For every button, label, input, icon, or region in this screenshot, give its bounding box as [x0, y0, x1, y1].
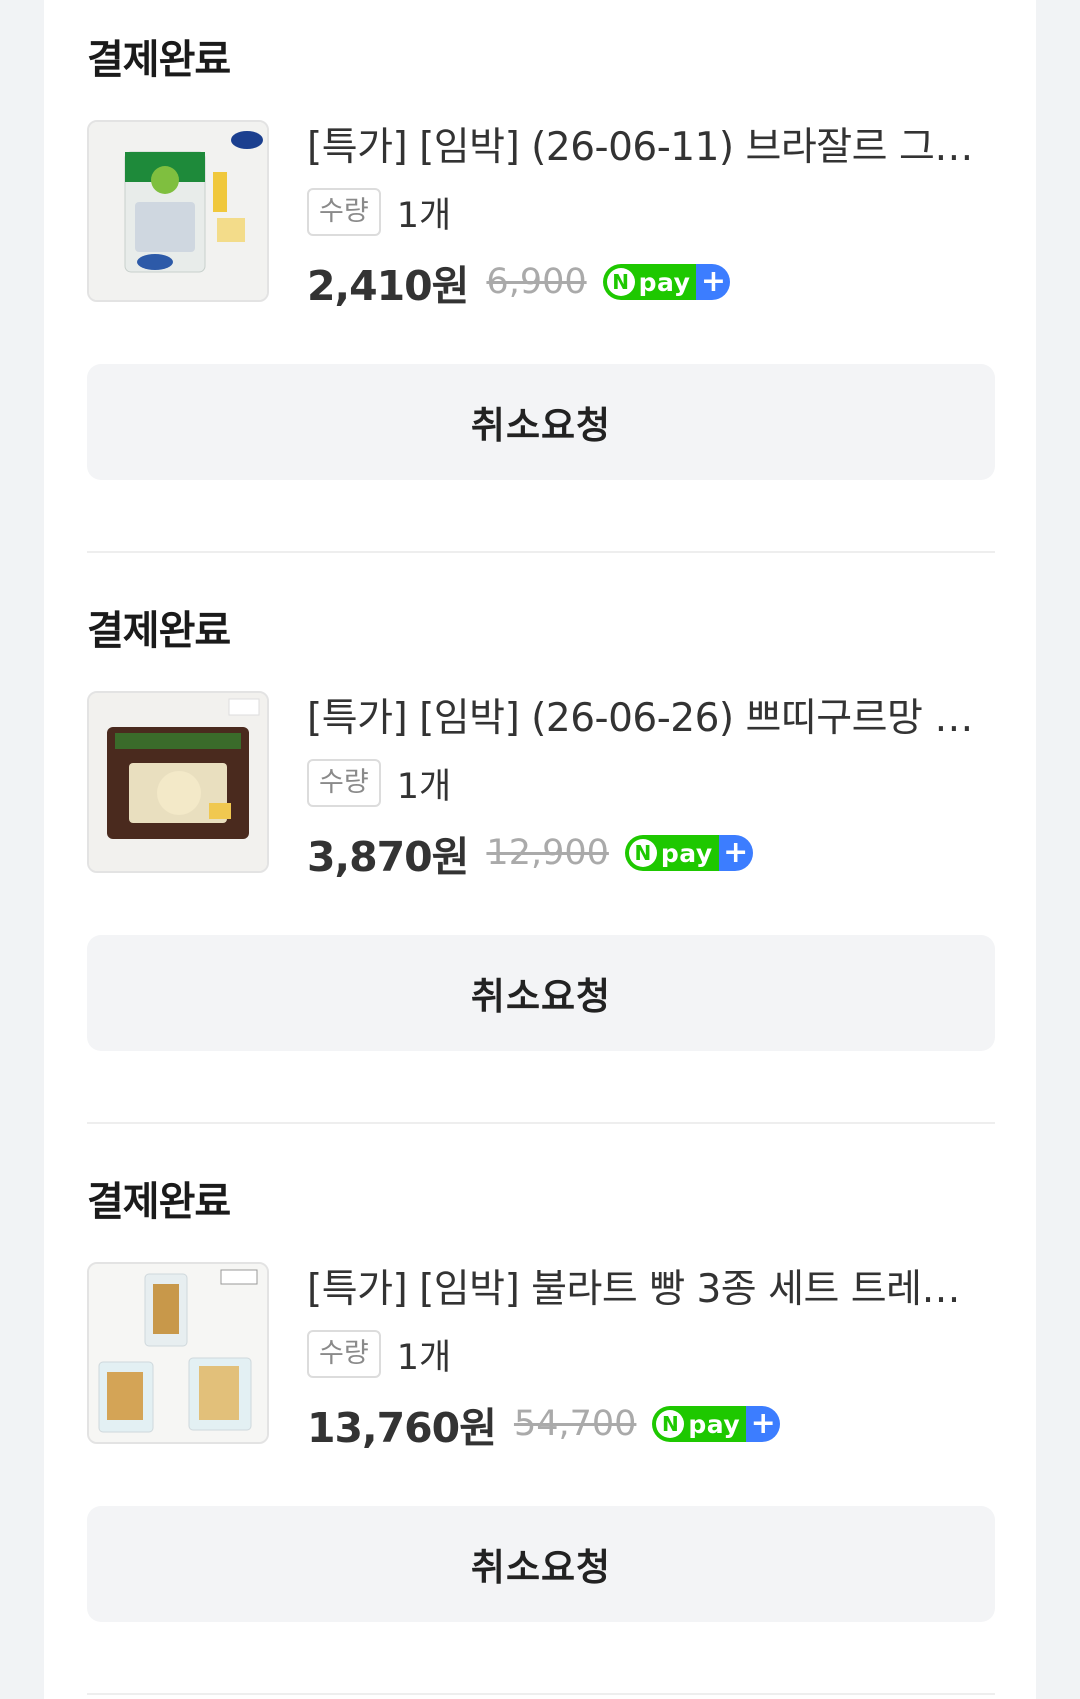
quantity-value: 1개: [396, 766, 452, 807]
order-status: 결제완료: [87, 1179, 231, 1225]
product-title[interactable]: [특가] [임박] (26-06-11) 브라잘르 그란 …: [307, 124, 995, 172]
quantity-value: 1개: [396, 195, 452, 236]
quantity-label: 수량: [307, 1330, 381, 1378]
quantity-label: 수량: [307, 188, 381, 236]
sale-price: 3,870원: [307, 833, 469, 881]
parmesan-package-image: [89, 693, 267, 871]
quantity-row: 수량 1개: [307, 759, 451, 807]
cancel-request-button[interactable]: 취소요청: [87, 1506, 995, 1622]
divider: [87, 1122, 995, 1124]
original-price: 6,900: [486, 262, 587, 302]
product-thumbnail[interactable]: [87, 691, 269, 873]
quantity-label: 수량: [307, 759, 381, 807]
bread-set-image: [89, 1264, 267, 1442]
cheese-package-image: [89, 122, 267, 300]
sale-price: 13,760원: [307, 1404, 497, 1452]
order-list-card: 결제완료 [특가] [임박] (26-06-11) 브라잘르 그란 … 수량 1…: [44, 0, 1036, 1699]
price-row: 2,410원 6,900 N pay +: [307, 254, 731, 310]
divider: [87, 551, 995, 553]
npay-plus-icon: N pay +: [624, 835, 753, 871]
original-price: 12,900: [486, 833, 609, 873]
cancel-request-button[interactable]: 취소요청: [87, 364, 995, 480]
cancel-request-button[interactable]: 취소요청: [87, 935, 995, 1051]
price-row: 13,760원 54,700 N pay +: [307, 1396, 781, 1452]
price-row: 3,870원 12,900 N pay +: [307, 825, 753, 881]
product-title[interactable]: [특가] [임박] 불라트 빵 3종 세트 트레디션…: [307, 1266, 995, 1314]
original-price: 54,700: [513, 1404, 637, 1444]
quantity-row: 수량 1개: [307, 188, 451, 236]
product-thumbnail[interactable]: [87, 1262, 269, 1444]
npay-plus-icon: N pay +: [652, 1406, 781, 1442]
product-thumbnail[interactable]: [87, 120, 269, 302]
quantity-value: 1개: [396, 1337, 452, 1378]
order-status: 결제완료: [87, 37, 231, 83]
quantity-row: 수량 1개: [307, 1330, 451, 1378]
npay-plus-icon: N pay +: [602, 264, 731, 300]
divider: [87, 1693, 995, 1695]
product-title[interactable]: [특가] [임박] (26-06-26) 쁘띠구르망 파…: [307, 695, 995, 743]
sale-price: 2,410원: [307, 262, 469, 310]
order-status: 결제완료: [87, 608, 231, 654]
